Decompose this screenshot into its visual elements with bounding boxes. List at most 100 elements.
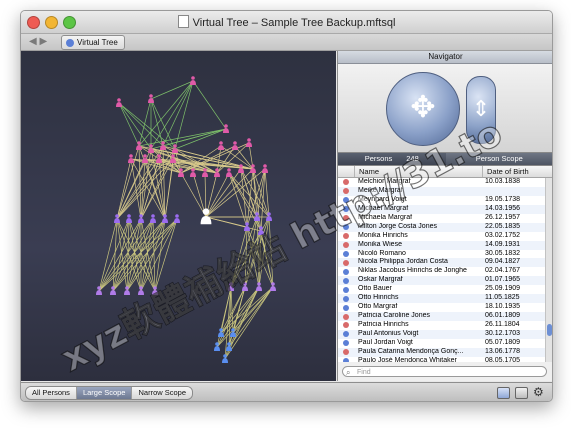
breadcrumb[interactable]: Virtual Tree <box>61 35 125 50</box>
zoom-updown-icon: ⇕ <box>471 96 491 121</box>
relationship-edge <box>264 168 270 218</box>
relationship-edge <box>140 158 174 220</box>
gender-dot-icon <box>343 215 349 222</box>
relationship-edge <box>180 172 207 218</box>
table-row[interactable]: Milton Jorge Costa Jones 22.05.1835 <box>338 222 552 232</box>
relationship-edge <box>230 216 258 288</box>
gender-dot-icon <box>343 313 349 320</box>
relationship-edge <box>154 218 166 292</box>
navigator-panel: ✥ ⇕ <box>338 64 552 152</box>
person-type-icon <box>338 303 354 312</box>
birth-date-cell: 30.05.1832 <box>485 249 521 257</box>
gear-icon[interactable]: ⚙ <box>533 385 544 399</box>
relationship-edge <box>150 80 194 100</box>
relationship-edge <box>216 286 274 348</box>
person-name-cell: Otto Margraf <box>358 303 398 311</box>
zoom-control[interactable]: ⇕ <box>466 76 496 144</box>
table-row[interactable]: Melchior Margraf 10.03.1838 <box>338 178 552 187</box>
table-row[interactable]: Otto Margraf 18.10.1935 <box>338 303 552 312</box>
relationship-edge <box>174 128 227 150</box>
gender-dot-icon <box>343 358 349 362</box>
column-header-type[interactable] <box>338 166 355 177</box>
scope-narrow[interactable]: Narrow Scope <box>132 387 193 399</box>
table-row[interactable]: Meynhard Voigt 19.05.1738 <box>338 196 552 205</box>
window-title-text: Virtual Tree – Sample Tree Backup.mftsql <box>192 17 396 29</box>
person-list[interactable]: Melchior Margraf 10.03.1838 Meike Margraf M… <box>338 178 552 362</box>
relationship-edge <box>98 218 178 292</box>
birth-date-cell: 05.07.1809 <box>485 338 521 346</box>
person-node-icon[interactable] <box>116 98 122 107</box>
person-node-icon[interactable] <box>174 214 180 223</box>
person-type-icon <box>338 348 354 357</box>
scope-large[interactable]: Large Scope <box>76 387 133 399</box>
relationship-edge <box>118 102 152 150</box>
person-type-icon <box>338 267 354 276</box>
pan-arrows-icon: ✥ <box>410 91 436 124</box>
person-name-cell: Meike Margraf <box>358 186 403 194</box>
table-row[interactable]: Otto Hinrichs 11.05.1825 <box>338 294 552 304</box>
table-row[interactable]: Paula Catarina Mendonça Gonç... 13.06.177… <box>338 347 552 357</box>
person-node-icon[interactable] <box>226 168 232 177</box>
person-name-cell: Monika Hinrichs <box>358 231 408 239</box>
person-node-icon[interactable] <box>142 154 148 163</box>
scope-all-persons[interactable]: All Persons <box>26 387 77 399</box>
list-scrollbar[interactable] <box>545 178 552 362</box>
tab-person-scope[interactable]: Person Scope <box>445 153 552 165</box>
person-name-cell: Otto Bauer <box>358 285 392 293</box>
person-node-icon[interactable] <box>262 164 268 173</box>
table-row[interactable]: Monika Wiese 14.09.1931 <box>338 240 552 250</box>
gender-dot-icon <box>343 197 349 204</box>
tab-persons[interactable]: Persons 248 <box>338 153 446 165</box>
search-input[interactable]: ⌕ Find <box>342 366 547 377</box>
print-icon[interactable] <box>515 387 528 399</box>
table-row[interactable]: Niklas Jacobus Hinrichs de Jonghe 02.04.1… <box>338 267 552 276</box>
birth-date-cell: 14.09.1931 <box>485 240 521 248</box>
person-node-icon[interactable] <box>242 282 248 291</box>
table-row[interactable]: Patricia Caroline Jones 06.01.1809 <box>338 312 552 321</box>
gender-dot-icon <box>343 233 349 240</box>
person-name-cell: Melchior Margraf <box>358 178 411 185</box>
person-node-icon[interactable] <box>246 138 252 147</box>
person-node-icon[interactable] <box>128 154 134 163</box>
column-header-name[interactable]: Name <box>355 166 483 177</box>
relationship-edge <box>118 102 176 150</box>
person-node-icon[interactable] <box>256 282 262 291</box>
table-row[interactable]: Oskar Margraf 01.07.1965 <box>338 276 552 286</box>
person-node-icon[interactable] <box>270 282 276 291</box>
person-name-cell: Michael Margraf <box>358 204 409 212</box>
virtual-tree-canvas[interactable] <box>21 51 336 381</box>
back-arrow-icon[interactable]: ◀ <box>29 36 37 47</box>
table-row[interactable]: Paulo José Mendonça Whitaker 08.05.1705 <box>338 357 552 362</box>
person-node-icon[interactable] <box>190 76 196 85</box>
gender-dot-icon <box>343 268 349 275</box>
table-row[interactable]: Monika Hinrichs 03.02.1752 <box>338 231 552 241</box>
person-node-icon[interactable] <box>126 214 132 223</box>
person-node-icon[interactable] <box>150 214 156 223</box>
gender-dot-icon <box>343 340 349 347</box>
person-name-cell: Nicola Philippa Jordan Costa <box>358 258 448 266</box>
gender-dot-icon <box>343 259 349 266</box>
table-row[interactable]: Nicola Philippa Jordan Costa 09.04.1827 <box>338 258 552 268</box>
table-row[interactable]: Paul Antonius Voigt 30.12.1703 <box>338 329 552 339</box>
column-header-date[interactable]: Date of Birth <box>483 166 529 177</box>
relationship-edge <box>118 102 140 147</box>
person-type-icon <box>338 178 354 187</box>
person-node-icon[interactable] <box>232 141 238 150</box>
table-row[interactable]: Meike Margraf <box>338 186 552 196</box>
table-row[interactable]: Otto Bauer 25.09.1909 <box>338 285 552 294</box>
forward-arrow-icon[interactable]: ▶ <box>39 36 47 47</box>
list-tabs: Persons 248 Person Scope <box>338 152 552 166</box>
monitor-icon[interactable] <box>497 387 510 399</box>
tree-graph[interactable] <box>21 51 336 381</box>
scrollbar-thumb[interactable] <box>547 324 552 336</box>
table-row[interactable]: Paul Jordan Voigt 05.07.1809 <box>338 338 552 348</box>
pan-control[interactable]: ✥ <box>386 72 460 146</box>
table-row[interactable]: Michael Margraf 14.03.1956 <box>338 204 552 214</box>
person-type-icon <box>338 285 354 294</box>
table-row[interactable]: Patricia Hinrichs 26.11.1804 <box>338 321 552 330</box>
person-node-icon[interactable] <box>218 141 224 150</box>
person-name-cell: Paul Jordan Voigt <box>358 338 413 346</box>
table-row[interactable]: Nicolò Romano 30.05.1832 <box>338 249 552 259</box>
person-node-icon[interactable] <box>148 94 154 103</box>
table-row[interactable]: Michaela Margraf 26.12.1957 <box>338 214 552 223</box>
